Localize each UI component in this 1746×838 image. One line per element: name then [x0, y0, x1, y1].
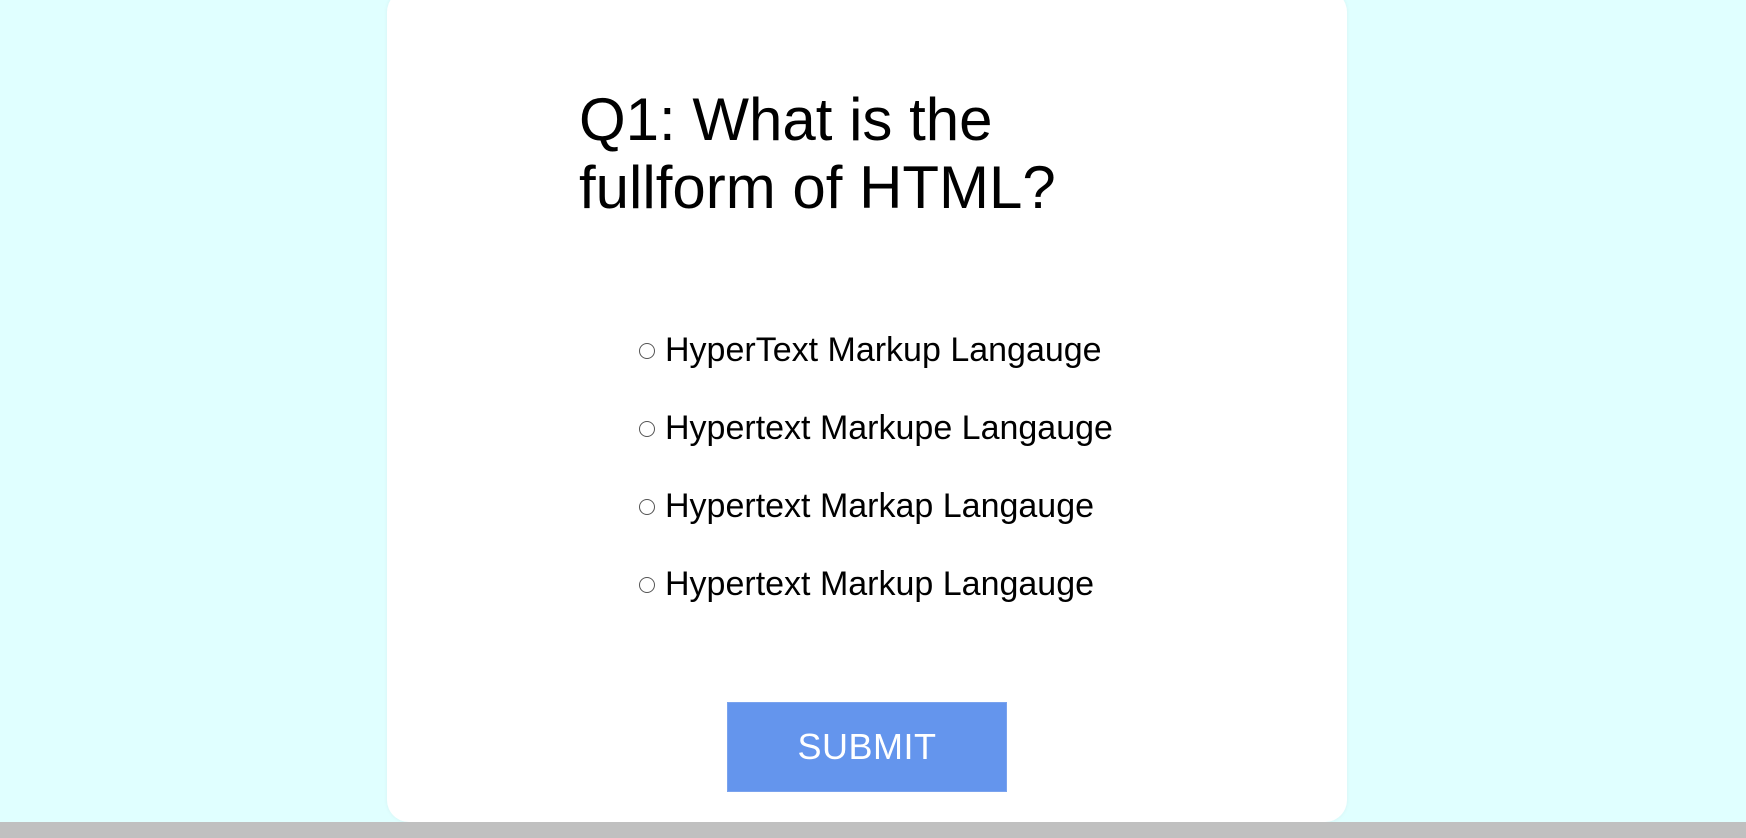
answer-option-label: Hypertext Markupe Langauge: [665, 408, 1113, 447]
quiz-card: Q1: What is the fullform of HTML? HyperT…: [387, 0, 1347, 822]
radio-icon[interactable]: [639, 577, 655, 593]
answer-option-4[interactable]: Hypertext Markup Langauge: [639, 545, 1113, 623]
answer-option-3[interactable]: Hypertext Markap Langauge: [639, 467, 1113, 545]
radio-icon[interactable]: [639, 499, 655, 515]
answer-option-2[interactable]: Hypertext Markupe Langauge: [639, 389, 1113, 467]
question-text: Q1: What is the fullform of HTML?: [579, 86, 1056, 221]
answer-option-label: HyperText Markup Langauge: [665, 330, 1102, 369]
radio-icon[interactable]: [639, 343, 655, 359]
answer-option-label: Hypertext Markup Langauge: [665, 564, 1095, 603]
page: Q1: What is the fullform of HTML? HyperT…: [0, 0, 1746, 838]
answer-option-label: Hypertext Markap Langauge: [665, 486, 1095, 525]
submit-button[interactable]: SUBMIT: [727, 702, 1007, 792]
answer-option-1[interactable]: HyperText Markup Langauge: [639, 311, 1113, 389]
horizontal-scrollbar[interactable]: [0, 822, 1746, 838]
radio-icon[interactable]: [639, 421, 655, 437]
answer-options: HyperText Markup Langauge Hypertext Mark…: [639, 311, 1113, 623]
